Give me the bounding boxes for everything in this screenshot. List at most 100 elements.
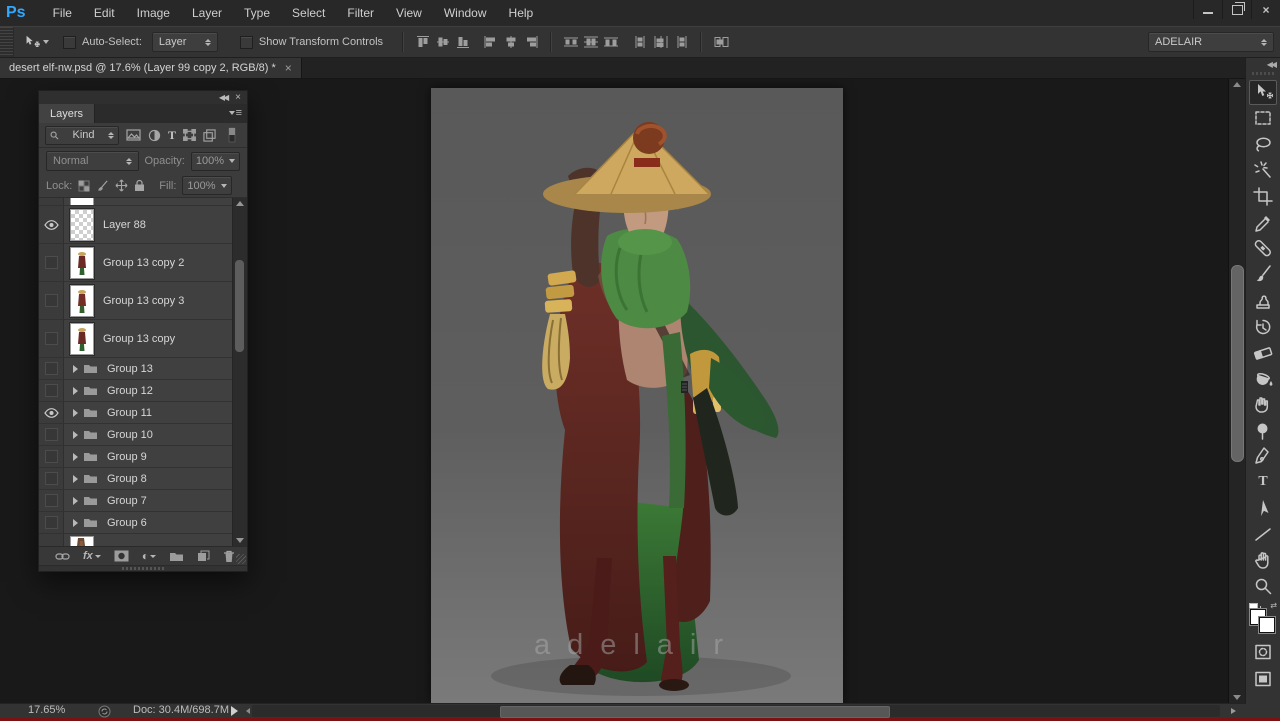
type-tool[interactable]: T [1249, 470, 1277, 495]
fill-dropdown[interactable]: 100% [182, 176, 231, 195]
group-row[interactable]: Group 10 [39, 424, 247, 446]
smudge-tool[interactable] [1249, 392, 1277, 417]
hand-tool[interactable] [1249, 548, 1277, 573]
expand-triangle-icon[interactable] [73, 475, 78, 483]
filter-pixel-layers-icon[interactable] [126, 129, 141, 141]
visibility-toggle[interactable] [39, 402, 64, 423]
menu-file[interactable]: File [42, 0, 83, 26]
visibility-toggle[interactable] [39, 244, 64, 281]
group-name[interactable]: Group 7 [107, 495, 147, 507]
group-row[interactable]: Group 13 [39, 358, 247, 380]
history-brush-tool[interactable] [1249, 314, 1277, 339]
document-tab[interactable]: desert elf-nw.psd @ 17.6% (Layer 99 copy… [0, 57, 302, 78]
eraser-tool[interactable] [1249, 340, 1277, 365]
ps-logo-icon[interactable]: Ps [6, 4, 26, 22]
group-name[interactable]: Group 10 [107, 429, 153, 441]
auto-select-checkbox[interactable] [63, 36, 76, 49]
align-bottom-edges-button[interactable] [455, 35, 471, 49]
visibility-toggle[interactable] [39, 320, 64, 357]
expand-triangle-icon[interactable] [73, 519, 78, 527]
group-row[interactable]: Group 8 [39, 468, 247, 490]
layer-thumbnail[interactable] [70, 323, 94, 355]
panel-menu-icon[interactable]: ≡ [229, 107, 242, 119]
document-canvas[interactable]: adelair [431, 88, 843, 704]
brush-tool[interactable] [1249, 262, 1277, 287]
blend-mode-dropdown[interactable]: Normal [46, 151, 139, 171]
add-layer-mask-button[interactable] [114, 550, 129, 562]
paint-bucket-tool[interactable] [1249, 366, 1277, 391]
auto-align-layers-button[interactable] [713, 35, 731, 49]
close-button[interactable]: × [1251, 0, 1280, 19]
distribute-vertical-centers-button[interactable] [583, 35, 599, 49]
group-row[interactable]: Group 9 [39, 446, 247, 468]
layer-name[interactable]: Group 13 copy 2 [103, 257, 184, 269]
options-bar-grip[interactable] [0, 27, 14, 57]
visibility-toggle[interactable] [39, 358, 64, 379]
new-group-button[interactable] [169, 551, 184, 562]
scroll-right-icon[interactable] [1231, 708, 1236, 714]
workspace-dropdown[interactable]: ADELAIR [1148, 32, 1274, 52]
lock-image-pixels-icon[interactable] [96, 179, 109, 192]
panel-resize-grip[interactable] [236, 554, 246, 564]
lock-transparent-pixels-icon[interactable] [78, 180, 90, 192]
line-tool[interactable] [1249, 522, 1277, 547]
screen-mode-button[interactable] [1249, 667, 1277, 692]
menu-filter[interactable]: Filter [336, 0, 385, 26]
layers-scrollbar[interactable] [232, 198, 247, 546]
group-row[interactable]: Group 11 [39, 402, 247, 424]
distribute-left-edges-button[interactable] [633, 35, 649, 49]
visibility-toggle[interactable] [39, 424, 64, 445]
swap-colors-icon[interactable]: ⇄ [1270, 601, 1277, 610]
group-row[interactable]: Group 7 [39, 490, 247, 512]
document-vertical-scrollbar[interactable] [1228, 78, 1245, 704]
status-arrow-icon[interactable] [231, 706, 238, 716]
horizontal-scrollbar-thumb[interactable] [500, 706, 890, 718]
distribute-horizontal-centers-button[interactable] [653, 35, 669, 49]
filter-shape-layers-icon[interactable] [183, 129, 196, 141]
layer-row[interactable]: Group 13 copy [39, 320, 247, 358]
scroll-down-icon[interactable] [1233, 695, 1241, 700]
filter-adjustment-layers-icon[interactable] [148, 129, 161, 142]
visibility-toggle[interactable] [39, 206, 64, 243]
distribute-bottom-edges-button[interactable] [603, 35, 619, 49]
link-layers-button[interactable] [55, 552, 70, 561]
layer-name[interactable]: Layer 88 [103, 219, 146, 231]
expand-triangle-icon[interactable] [73, 453, 78, 461]
lasso-tool[interactable] [1249, 132, 1277, 157]
align-top-edges-button[interactable] [415, 35, 431, 49]
tab-close-icon[interactable]: × [285, 61, 292, 75]
layer-style-button[interactable]: fx [83, 550, 101, 562]
dodge-tool[interactable] [1249, 418, 1277, 443]
layers-tab[interactable]: Layers [39, 104, 95, 123]
menu-select[interactable]: Select [281, 0, 336, 26]
magic-wand-tool[interactable] [1249, 158, 1277, 183]
layer-row[interactable]: Group 13 copy 2 [39, 244, 247, 282]
group-name[interactable]: Group 6 [107, 517, 147, 529]
clone-stamp-tool[interactable] [1249, 288, 1277, 313]
layer-row[interactable]: Group 13 copy 3 [39, 282, 247, 320]
menu-help[interactable]: Help [498, 0, 545, 26]
quick-mask-button[interactable] [1249, 639, 1277, 664]
auto-select-target-dropdown[interactable]: Layer [152, 32, 218, 52]
show-transform-checkbox[interactable] [240, 36, 253, 49]
expand-triangle-icon[interactable] [73, 387, 78, 395]
layer-row-partial-bottom[interactable] [39, 534, 247, 547]
layer-thumbnail[interactable] [70, 285, 94, 317]
healing-brush-tool[interactable] [1249, 236, 1277, 261]
menu-view[interactable]: View [385, 0, 433, 26]
crop-tool[interactable] [1249, 184, 1277, 209]
rectangular-marquee-tool[interactable] [1249, 106, 1277, 131]
filter-kind-dropdown[interactable]: Kind [45, 126, 119, 145]
menu-type[interactable]: Type [233, 0, 281, 26]
delete-layer-button[interactable] [223, 550, 235, 563]
background-color-swatch[interactable] [1259, 617, 1275, 633]
visibility-toggle[interactable] [39, 490, 64, 511]
distribute-right-edges-button[interactable] [673, 35, 689, 49]
visibility-toggle[interactable] [39, 282, 64, 319]
layer-row[interactable]: Layer 88 [39, 206, 247, 244]
expand-triangle-icon[interactable] [73, 431, 78, 439]
layers-scrollbar-thumb[interactable] [235, 260, 244, 352]
group-name[interactable]: Group 8 [107, 473, 147, 485]
menu-window[interactable]: Window [433, 0, 498, 26]
layer-name[interactable]: Group 13 copy 3 [103, 295, 184, 307]
